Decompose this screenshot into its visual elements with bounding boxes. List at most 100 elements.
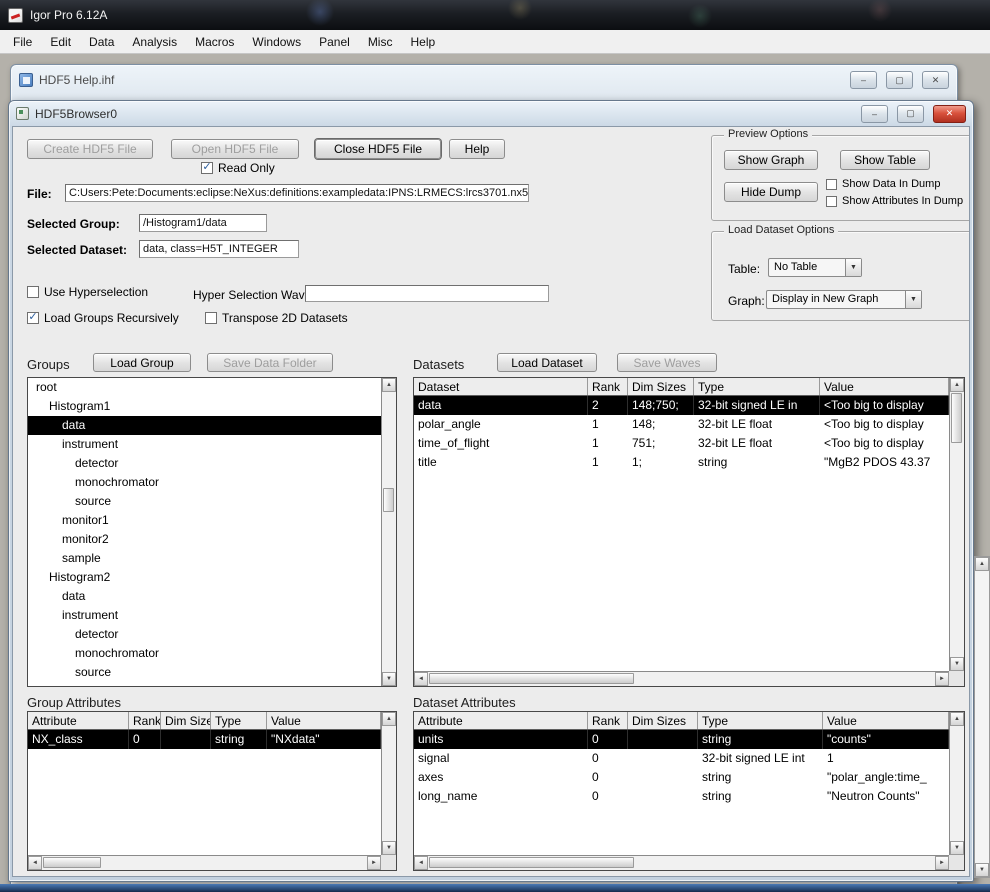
browser-titlebar[interactable]: HDF5Browser0 – ▢ ✕	[9, 101, 973, 126]
scroll-down-icon[interactable]: ▼	[950, 657, 964, 671]
scroll-down-icon[interactable]: ▼	[382, 841, 396, 855]
tree-item-monochromator[interactable]: monochromator	[28, 473, 381, 492]
scroll-up-icon[interactable]: ▲	[382, 712, 396, 726]
tree-item-monitor2[interactable]: monitor2	[28, 530, 381, 549]
scroll-down-icon[interactable]: ▼	[950, 841, 964, 855]
load-dataset-button[interactable]: Load Dataset	[497, 353, 597, 372]
close-icon: ✕	[932, 75, 940, 86]
tree-item-instrument[interactable]: instrument	[28, 435, 381, 454]
table-cell: 32-bit signed LE int	[698, 749, 823, 768]
show-table-button[interactable]: Show Table	[840, 150, 930, 170]
read-only-checkbox[interactable]: ✓ Read Only	[201, 161, 275, 175]
menu-item-data[interactable]: Data	[80, 31, 123, 53]
group-attributes-horizontal-scrollbar[interactable]: ◄ ►	[28, 855, 381, 870]
datasets-vertical-scrollbar[interactable]: ▲ ▼	[949, 378, 964, 671]
hide-dump-button[interactable]: Hide Dump	[724, 182, 818, 202]
preview-options-group: Preview Options Show Graph Show Table Hi…	[711, 135, 970, 221]
show-graph-button[interactable]: Show Graph	[724, 150, 818, 170]
browser-close-button[interactable]: ✕	[933, 105, 966, 123]
dataset-attributes-table-header-row: AttributeRankDim SizesTypeValue	[414, 712, 949, 730]
help-maximize-button[interactable]: ▢	[886, 71, 913, 89]
scrollbar-thumb[interactable]	[429, 673, 634, 684]
load-groups-recursively-checkbox[interactable]: ✓ Load Groups Recursively	[27, 311, 179, 325]
help-window-scrollbar[interactable]: ▲ ▼	[974, 556, 990, 878]
scroll-right-icon[interactable]: ►	[935, 856, 949, 870]
tree-item-detector[interactable]: detector	[28, 625, 381, 644]
scroll-right-icon[interactable]: ►	[367, 856, 381, 870]
scroll-down-icon[interactable]: ▼	[975, 863, 989, 877]
tree-item-source[interactable]: source	[28, 663, 381, 682]
save-waves-button[interactable]: Save Waves	[617, 353, 717, 372]
help-close-button[interactable]: ✕	[922, 71, 949, 89]
dataset-attributes-horizontal-scrollbar[interactable]: ◄ ►	[414, 855, 949, 870]
scroll-up-icon[interactable]: ▲	[975, 557, 989, 571]
help-window-titlebar[interactable]: HDF5 Help.ihf – ▢ ✕	[11, 65, 957, 95]
menu-item-analysis[interactable]: Analysis	[123, 31, 186, 53]
scroll-right-icon[interactable]: ►	[935, 672, 949, 686]
load-group-button[interactable]: Load Group	[93, 353, 191, 372]
scroll-left-icon[interactable]: ◄	[414, 856, 428, 870]
tree-item-detector[interactable]: detector	[28, 454, 381, 473]
scrollbar-thumb[interactable]	[383, 488, 394, 512]
scrollbar-thumb[interactable]	[951, 393, 962, 443]
transpose-2d-datasets-checkbox[interactable]: Transpose 2D Datasets	[205, 311, 348, 325]
use-hyperselection-checkbox[interactable]: Use Hyperselection	[27, 285, 148, 299]
tree-item-instrument[interactable]: instrument	[28, 606, 381, 625]
tree-item-data[interactable]: data	[28, 416, 381, 435]
scroll-up-icon[interactable]: ▲	[950, 712, 964, 726]
menu-item-windows[interactable]: Windows	[243, 31, 310, 53]
menu-item-macros[interactable]: Macros	[186, 31, 243, 53]
create-hdf5-file-button[interactable]: Create HDF5 File	[27, 139, 153, 159]
tree-item-Histogram1[interactable]: Histogram1	[28, 397, 381, 416]
table-row-title[interactable]: title11;string"MgB2 PDOS 43.37	[414, 453, 949, 472]
table-popup-menu[interactable]: No Table ▼	[768, 258, 862, 277]
browser-minimize-button[interactable]: –	[861, 105, 888, 123]
help-button[interactable]: Help	[449, 139, 505, 159]
browser-maximize-button[interactable]: ▢	[897, 105, 924, 123]
graph-popup-value: Display in New Graph	[767, 291, 905, 308]
table-row-NX_class[interactable]: NX_class0string"NXdata"	[28, 730, 381, 749]
tree-item-source[interactable]: source	[28, 492, 381, 511]
menu-item-panel[interactable]: Panel	[310, 31, 359, 53]
groups-vertical-scrollbar[interactable]: ▲ ▼	[381, 378, 396, 686]
close-hdf5-file-button[interactable]: Close HDF5 File	[315, 139, 441, 159]
tree-item-root[interactable]: root	[28, 378, 381, 397]
tree-item-Histogram2[interactable]: Histogram2	[28, 568, 381, 587]
menu-item-file[interactable]: File	[4, 31, 41, 53]
table-row-long_name[interactable]: long_name0string"Neutron Counts"	[414, 787, 949, 806]
show-data-in-dump-checkbox[interactable]: Show Data In Dump	[826, 178, 940, 190]
table-cell	[161, 730, 211, 749]
menu-item-help[interactable]: Help	[401, 31, 444, 53]
scroll-down-icon[interactable]: ▼	[382, 672, 396, 686]
tree-item-monochromator[interactable]: monochromator	[28, 644, 381, 663]
help-minimize-button[interactable]: –	[850, 71, 877, 89]
graph-popup-menu[interactable]: Display in New Graph ▼	[766, 290, 922, 309]
dataset-attributes-vertical-scrollbar[interactable]: ▲ ▼	[949, 712, 964, 855]
menu-item-edit[interactable]: Edit	[41, 31, 80, 53]
table-row-units[interactable]: units0string"counts"	[414, 730, 949, 749]
group-attributes-vertical-scrollbar[interactable]: ▲ ▼	[381, 712, 396, 855]
scroll-up-icon[interactable]: ▲	[382, 378, 396, 392]
datasets-horizontal-scrollbar[interactable]: ◄ ►	[414, 671, 949, 686]
table-row-axes[interactable]: axes0string"polar_angle:time_	[414, 768, 949, 787]
tree-item-monitor1[interactable]: monitor1	[28, 511, 381, 530]
tree-item-data[interactable]: data	[28, 587, 381, 606]
scroll-up-icon[interactable]: ▲	[950, 378, 964, 392]
scrollbar-thumb[interactable]	[429, 857, 634, 868]
table-row-time_of_flight[interactable]: time_of_flight1751;32-bit LE float<Too b…	[414, 434, 949, 453]
menu-item-misc[interactable]: Misc	[359, 31, 402, 53]
table-row-data[interactable]: data2148;750;32-bit signed LE in<Too big…	[414, 396, 949, 415]
tree-item-sample[interactable]: sample	[28, 549, 381, 568]
table-row-signal[interactable]: signal032-bit signed LE int1	[414, 749, 949, 768]
scroll-left-icon[interactable]: ◄	[414, 672, 428, 686]
table-row-polar_angle[interactable]: polar_angle1148;32-bit LE float<Too big …	[414, 415, 949, 434]
show-attributes-in-dump-checkbox[interactable]: Show Attributes In Dump	[826, 195, 963, 207]
scroll-left-icon[interactable]: ◄	[28, 856, 42, 870]
open-hdf5-file-button[interactable]: Open HDF5 File	[171, 139, 299, 159]
checkbox-box	[826, 196, 837, 207]
save-data-folder-button[interactable]: Save Data Folder	[207, 353, 333, 372]
hyper-selection-wave-input[interactable]	[305, 285, 549, 302]
help-file-icon	[19, 73, 33, 87]
datasets-table: DatasetRankDim SizesTypeValuedata2148;75…	[414, 378, 949, 671]
scrollbar-thumb[interactable]	[43, 857, 101, 868]
